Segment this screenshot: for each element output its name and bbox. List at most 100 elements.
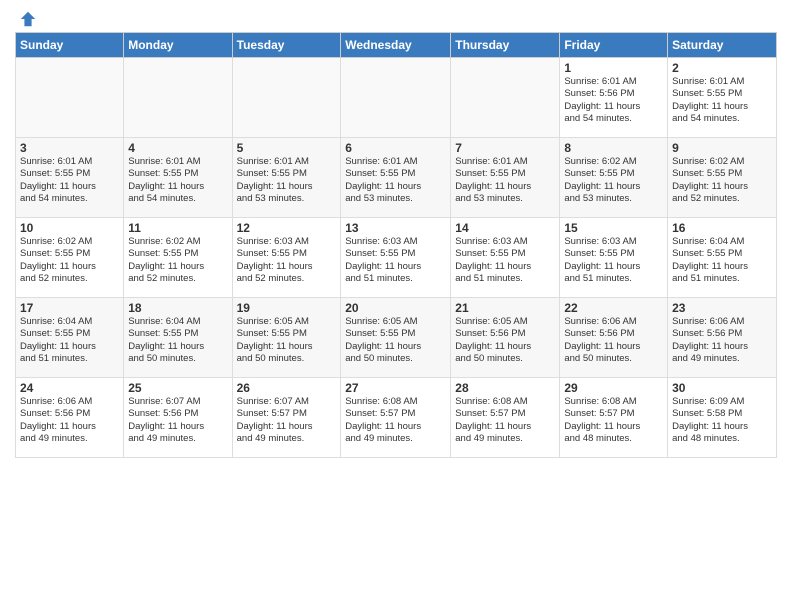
calendar-cell: 17Sunrise: 6:04 AM Sunset: 5:55 PM Dayli… — [16, 298, 124, 378]
day-info: Sunrise: 6:05 AM Sunset: 5:55 PM Dayligh… — [237, 316, 337, 365]
calendar-cell: 9Sunrise: 6:02 AM Sunset: 5:55 PM Daylig… — [668, 138, 777, 218]
day-number: 16 — [672, 221, 772, 235]
day-info: Sunrise: 6:02 AM Sunset: 5:55 PM Dayligh… — [128, 236, 227, 285]
day-number: 12 — [237, 221, 337, 235]
page: SundayMondayTuesdayWednesdayThursdayFrid… — [0, 0, 792, 612]
day-number: 8 — [564, 141, 663, 155]
calendar-cell: 22Sunrise: 6:06 AM Sunset: 5:56 PM Dayli… — [560, 298, 668, 378]
day-number: 7 — [455, 141, 555, 155]
day-number: 20 — [345, 301, 446, 315]
day-number: 30 — [672, 381, 772, 395]
calendar-cell — [341, 58, 451, 138]
day-number: 23 — [672, 301, 772, 315]
calendar-cell: 5Sunrise: 6:01 AM Sunset: 5:55 PM Daylig… — [232, 138, 341, 218]
calendar-cell: 10Sunrise: 6:02 AM Sunset: 5:55 PM Dayli… — [16, 218, 124, 298]
calendar-cell: 19Sunrise: 6:05 AM Sunset: 5:55 PM Dayli… — [232, 298, 341, 378]
calendar-cell: 20Sunrise: 6:05 AM Sunset: 5:55 PM Dayli… — [341, 298, 451, 378]
day-number: 18 — [128, 301, 227, 315]
calendar-cell: 14Sunrise: 6:03 AM Sunset: 5:55 PM Dayli… — [451, 218, 560, 298]
calendar-cell: 6Sunrise: 6:01 AM Sunset: 5:55 PM Daylig… — [341, 138, 451, 218]
calendar-cell: 23Sunrise: 6:06 AM Sunset: 5:56 PM Dayli… — [668, 298, 777, 378]
day-number: 21 — [455, 301, 555, 315]
calendar-cell: 28Sunrise: 6:08 AM Sunset: 5:57 PM Dayli… — [451, 378, 560, 458]
calendar-cell — [124, 58, 232, 138]
calendar-weekday-tuesday: Tuesday — [232, 33, 341, 58]
calendar-cell — [232, 58, 341, 138]
day-info: Sunrise: 6:01 AM Sunset: 5:55 PM Dayligh… — [455, 156, 555, 205]
day-info: Sunrise: 6:05 AM Sunset: 5:55 PM Dayligh… — [345, 316, 446, 365]
day-info: Sunrise: 6:03 AM Sunset: 5:55 PM Dayligh… — [455, 236, 555, 285]
logo-icon — [19, 10, 37, 28]
day-number: 10 — [20, 221, 119, 235]
logo — [15, 10, 37, 24]
calendar-weekday-thursday: Thursday — [451, 33, 560, 58]
calendar-weekday-saturday: Saturday — [668, 33, 777, 58]
day-info: Sunrise: 6:01 AM Sunset: 5:55 PM Dayligh… — [345, 156, 446, 205]
calendar-week-row: 24Sunrise: 6:06 AM Sunset: 5:56 PM Dayli… — [16, 378, 777, 458]
day-info: Sunrise: 6:07 AM Sunset: 5:57 PM Dayligh… — [237, 396, 337, 445]
day-number: 4 — [128, 141, 227, 155]
calendar-week-row: 3Sunrise: 6:01 AM Sunset: 5:55 PM Daylig… — [16, 138, 777, 218]
day-info: Sunrise: 6:01 AM Sunset: 5:55 PM Dayligh… — [20, 156, 119, 205]
day-number: 25 — [128, 381, 227, 395]
calendar-cell: 25Sunrise: 6:07 AM Sunset: 5:56 PM Dayli… — [124, 378, 232, 458]
day-info: Sunrise: 6:08 AM Sunset: 5:57 PM Dayligh… — [455, 396, 555, 445]
day-number: 11 — [128, 221, 227, 235]
day-info: Sunrise: 6:04 AM Sunset: 5:55 PM Dayligh… — [672, 236, 772, 285]
day-number: 27 — [345, 381, 446, 395]
day-info: Sunrise: 6:01 AM Sunset: 5:55 PM Dayligh… — [672, 76, 772, 125]
day-info: Sunrise: 6:05 AM Sunset: 5:56 PM Dayligh… — [455, 316, 555, 365]
day-info: Sunrise: 6:02 AM Sunset: 5:55 PM Dayligh… — [672, 156, 772, 205]
day-number: 3 — [20, 141, 119, 155]
calendar-cell: 15Sunrise: 6:03 AM Sunset: 5:55 PM Dayli… — [560, 218, 668, 298]
calendar-weekday-wednesday: Wednesday — [341, 33, 451, 58]
day-info: Sunrise: 6:03 AM Sunset: 5:55 PM Dayligh… — [564, 236, 663, 285]
day-number: 26 — [237, 381, 337, 395]
calendar-cell: 13Sunrise: 6:03 AM Sunset: 5:55 PM Dayli… — [341, 218, 451, 298]
calendar-cell: 4Sunrise: 6:01 AM Sunset: 5:55 PM Daylig… — [124, 138, 232, 218]
day-info: Sunrise: 6:04 AM Sunset: 5:55 PM Dayligh… — [20, 316, 119, 365]
day-info: Sunrise: 6:03 AM Sunset: 5:55 PM Dayligh… — [345, 236, 446, 285]
day-info: Sunrise: 6:04 AM Sunset: 5:55 PM Dayligh… — [128, 316, 227, 365]
day-info: Sunrise: 6:07 AM Sunset: 5:56 PM Dayligh… — [128, 396, 227, 445]
day-number: 15 — [564, 221, 663, 235]
day-number: 28 — [455, 381, 555, 395]
calendar-cell: 12Sunrise: 6:03 AM Sunset: 5:55 PM Dayli… — [232, 218, 341, 298]
day-number: 17 — [20, 301, 119, 315]
day-number: 1 — [564, 61, 663, 75]
calendar: SundayMondayTuesdayWednesdayThursdayFrid… — [15, 32, 777, 458]
calendar-cell: 21Sunrise: 6:05 AM Sunset: 5:56 PM Dayli… — [451, 298, 560, 378]
day-info: Sunrise: 6:02 AM Sunset: 5:55 PM Dayligh… — [20, 236, 119, 285]
day-info: Sunrise: 6:02 AM Sunset: 5:55 PM Dayligh… — [564, 156, 663, 205]
day-number: 19 — [237, 301, 337, 315]
calendar-cell: 16Sunrise: 6:04 AM Sunset: 5:55 PM Dayli… — [668, 218, 777, 298]
calendar-cell: 18Sunrise: 6:04 AM Sunset: 5:55 PM Dayli… — [124, 298, 232, 378]
calendar-cell: 27Sunrise: 6:08 AM Sunset: 5:57 PM Dayli… — [341, 378, 451, 458]
calendar-cell: 30Sunrise: 6:09 AM Sunset: 5:58 PM Dayli… — [668, 378, 777, 458]
day-number: 9 — [672, 141, 772, 155]
day-info: Sunrise: 6:01 AM Sunset: 5:55 PM Dayligh… — [128, 156, 227, 205]
calendar-cell: 24Sunrise: 6:06 AM Sunset: 5:56 PM Dayli… — [16, 378, 124, 458]
calendar-cell — [451, 58, 560, 138]
calendar-cell: 26Sunrise: 6:07 AM Sunset: 5:57 PM Dayli… — [232, 378, 341, 458]
day-info: Sunrise: 6:06 AM Sunset: 5:56 PM Dayligh… — [564, 316, 663, 365]
day-number: 6 — [345, 141, 446, 155]
calendar-header-row: SundayMondayTuesdayWednesdayThursdayFrid… — [16, 33, 777, 58]
calendar-weekday-sunday: Sunday — [16, 33, 124, 58]
day-number: 29 — [564, 381, 663, 395]
calendar-weekday-friday: Friday — [560, 33, 668, 58]
calendar-cell — [16, 58, 124, 138]
day-info: Sunrise: 6:09 AM Sunset: 5:58 PM Dayligh… — [672, 396, 772, 445]
calendar-week-row: 1Sunrise: 6:01 AM Sunset: 5:56 PM Daylig… — [16, 58, 777, 138]
day-number: 22 — [564, 301, 663, 315]
day-info: Sunrise: 6:06 AM Sunset: 5:56 PM Dayligh… — [672, 316, 772, 365]
day-info: Sunrise: 6:06 AM Sunset: 5:56 PM Dayligh… — [20, 396, 119, 445]
calendar-cell: 2Sunrise: 6:01 AM Sunset: 5:55 PM Daylig… — [668, 58, 777, 138]
day-number: 24 — [20, 381, 119, 395]
day-info: Sunrise: 6:08 AM Sunset: 5:57 PM Dayligh… — [345, 396, 446, 445]
day-number: 14 — [455, 221, 555, 235]
calendar-week-row: 17Sunrise: 6:04 AM Sunset: 5:55 PM Dayli… — [16, 298, 777, 378]
calendar-week-row: 10Sunrise: 6:02 AM Sunset: 5:55 PM Dayli… — [16, 218, 777, 298]
calendar-cell: 1Sunrise: 6:01 AM Sunset: 5:56 PM Daylig… — [560, 58, 668, 138]
day-info: Sunrise: 6:01 AM Sunset: 5:55 PM Dayligh… — [237, 156, 337, 205]
